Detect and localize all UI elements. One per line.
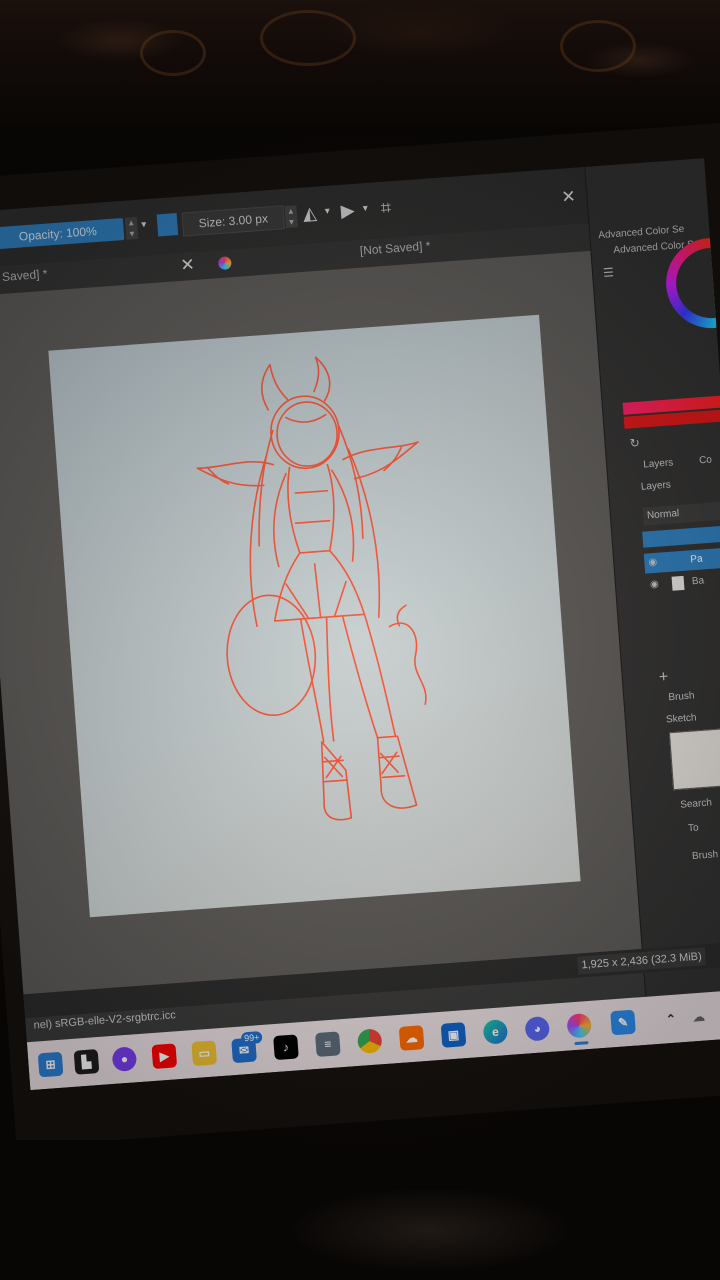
youtube-icon[interactable]: ▶	[151, 1043, 178, 1070]
layer-row-paint[interactable]: ◉ Pa	[643, 546, 720, 574]
start-icon[interactable]: ⊞	[37, 1051, 64, 1078]
notification-badge: 99+	[240, 1030, 263, 1045]
taskview-icon[interactable]: ▙	[73, 1049, 100, 1075]
dropdown-arrow-icon[interactable]: ▾	[362, 197, 369, 221]
soundcloud-icon[interactable]: ☁	[398, 1025, 425, 1051]
dropdown-arrow-icon[interactable]: ▾	[141, 213, 148, 237]
tiktok-icon[interactable]: ♪	[273, 1034, 299, 1061]
krita-icon[interactable]	[566, 1012, 593, 1039]
file-explorer-icon[interactable]: ▭	[191, 1040, 218, 1067]
store-icon[interactable]: ▣	[440, 1022, 467, 1048]
discord-icon[interactable]: ◕	[524, 1015, 551, 1042]
brush-search-field[interactable]: Search	[680, 797, 712, 810]
drawing-page[interactable]	[48, 314, 581, 918]
color-wheel-center	[673, 245, 720, 321]
laptop-frame: Opacity: 100% ▲ ▼ ▾ Size: 3.00 px ▲ ▼ ◭ ▾ …	[0, 122, 720, 1148]
close-tab-icon[interactable]: ✕	[180, 255, 196, 275]
krita-logo-icon	[217, 256, 232, 271]
dark-foreground	[0, 1140, 720, 1280]
fabric-pattern-swirl	[140, 30, 206, 76]
canvas-area[interactable]	[0, 250, 642, 995]
fabric-pattern-swirl	[260, 10, 356, 66]
tab-title: [Not Saved]	[359, 239, 423, 258]
unsaved-marker: *	[425, 238, 431, 253]
background-fabric	[0, 0, 720, 130]
tray-app-icon[interactable]: ⚙	[716, 1002, 720, 1028]
size-slider[interactable]: Size: 3.00 px	[181, 205, 286, 237]
size-spinner[interactable]: ▲ ▼	[284, 205, 298, 229]
settings-icon[interactable]: ☰	[603, 265, 615, 280]
unsaved-marker: *	[42, 266, 48, 281]
tag-filter[interactable]: To	[688, 822, 699, 834]
red-sketch-drawing	[196, 356, 427, 821]
cloud-sync-icon[interactable]: ☁	[686, 1004, 712, 1030]
tab-title: [Not Saved]	[0, 267, 40, 286]
crop-icon[interactable]: ⌗	[380, 195, 392, 220]
opacity-slider[interactable]: Opacity: 100%	[0, 217, 125, 250]
layer-thumbnail	[671, 575, 685, 591]
layer-name: Pa	[689, 553, 703, 566]
krita-window: Opacity: 100% ▲ ▼ ▾ Size: 3.00 px ▲ ▼ ◭ ▾ …	[0, 158, 720, 1091]
brush-tag-select[interactable]: Sketch	[666, 712, 697, 725]
fabric-pattern-swirl	[560, 20, 636, 72]
brush-preset-thumbnail[interactable]	[668, 727, 720, 791]
advanced-color-selector-title: Advanced Color Se	[597, 223, 685, 242]
pen-app-icon[interactable]: ✎	[610, 1009, 636, 1036]
tab-document-2[interactable]: [Not Saved] *	[359, 239, 431, 258]
active-app-indicator	[574, 1041, 589, 1046]
tab-composition[interactable]: Co	[699, 455, 713, 467]
layer-name: Ba	[691, 575, 705, 588]
news-icon[interactable]: ≡	[315, 1031, 341, 1058]
add-layer-icon[interactable]: +	[658, 668, 669, 687]
chrome-icon[interactable]	[356, 1028, 383, 1054]
edge-icon[interactable]: e	[482, 1019, 509, 1045]
opacity-strip	[642, 525, 720, 548]
layers-header: Layers	[640, 479, 672, 493]
opacity-spinner[interactable]: ▲ ▼	[124, 216, 139, 240]
eye-icon[interactable]: ◉	[650, 579, 660, 591]
zoom-icon[interactable]: ●	[111, 1046, 138, 1072]
close-window-icon[interactable]: ✕	[561, 187, 577, 207]
tray-chevron-icon[interactable]: ⌃	[658, 1006, 684, 1032]
layer-row-background[interactable]: ◉ Ba	[645, 569, 720, 596]
brush-footer: Brush	[691, 849, 719, 862]
tab-document-1[interactable]: [Not Saved] *	[0, 267, 48, 286]
mirror-horizontal-icon[interactable]: ◭	[302, 201, 318, 226]
color-swatch[interactable]	[156, 213, 179, 237]
eye-icon[interactable]: ◉	[648, 557, 658, 569]
mirror-vertical-icon[interactable]: ▶	[340, 198, 356, 223]
refresh-icon[interactable]: ↻	[629, 436, 640, 451]
blend-mode-select[interactable]: Normal	[642, 500, 720, 526]
brush-presets-header: Brush	[667, 690, 695, 704]
tab-layers[interactable]: Layers	[643, 457, 674, 470]
dropdown-arrow-icon[interactable]: ▾	[324, 200, 331, 224]
